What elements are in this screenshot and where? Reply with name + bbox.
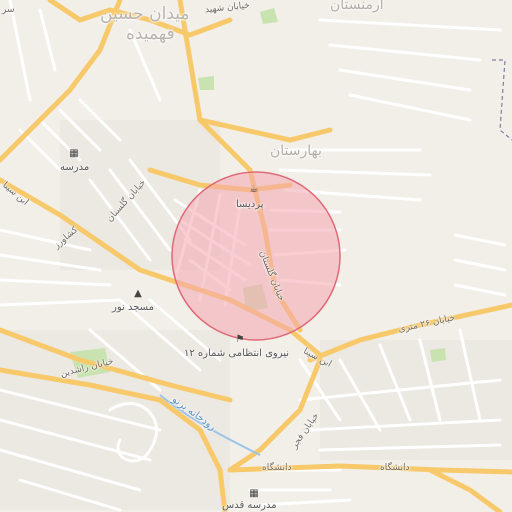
poi-label: مدرسه	[60, 162, 90, 173]
cafe-icon: ☕	[249, 184, 259, 195]
poi-label: نیروی انتظامی شماره ۱۲	[184, 348, 290, 359]
district-label-fahmideh: فهمیده	[126, 24, 175, 44]
poi-label: پردیسا	[236, 199, 264, 210]
district-label-top-right: ارمنستان	[330, 0, 384, 13]
map-canvas[interactable]: بهارستان فهمیده میدان حسین ارمنستان خیاب…	[0, 0, 512, 512]
map-layer	[0, 0, 512, 512]
street-label-daneshgah-1: دانشگاه	[262, 463, 292, 473]
park	[198, 76, 214, 90]
park	[430, 348, 446, 362]
poi-label: مدرسه قدس	[222, 500, 277, 511]
urban-block	[320, 340, 512, 460]
police-icon: ⚑	[235, 334, 245, 345]
school-icon: ▦	[249, 488, 259, 499]
school-icon: ▦	[69, 148, 79, 159]
street-label-daneshgah-2: دانشگاه	[380, 463, 410, 473]
poi-label: مسجد نور	[112, 302, 154, 313]
highlight-circle[interactable]	[171, 171, 341, 341]
mosque-icon: ▲	[134, 288, 142, 299]
district-label-bahrestan: بهارستان	[270, 143, 322, 159]
district-label-meydan-hossein: میدان حسین	[100, 4, 190, 24]
street-label-top-left: سر	[2, 5, 15, 15]
